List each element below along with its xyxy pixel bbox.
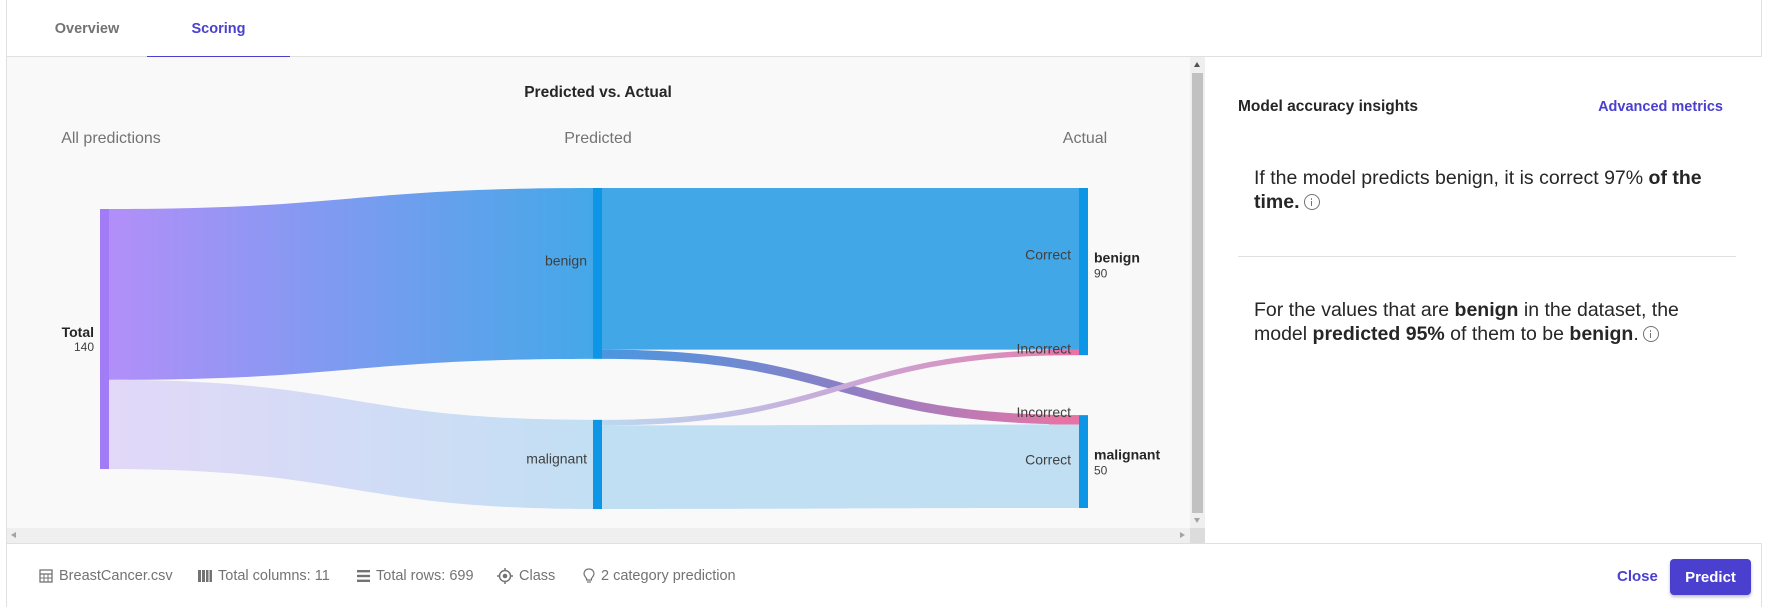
close-button[interactable]: Close xyxy=(1607,558,1668,594)
node-predicted-malignant-label: malignant xyxy=(526,450,587,466)
node-actual-benign-label: benign xyxy=(1094,250,1140,266)
insight-bold: benign xyxy=(1569,323,1634,345)
tab-bar: Overview Scoring xyxy=(7,0,1761,58)
calculator-table-icon xyxy=(39,569,53,583)
insight-text: If the model predicts benign, it is corr… xyxy=(1254,167,1649,189)
insight-text: For the values that are xyxy=(1254,299,1455,321)
dataset-file: BreastCancer.csv xyxy=(39,544,173,608)
insight-bold: predicted 95% xyxy=(1312,323,1445,345)
columns-icon xyxy=(198,570,212,582)
prediction-type: 2 category prediction xyxy=(583,544,736,608)
node-predicted-benign xyxy=(593,188,602,359)
footer: BreastCancer.csv Total columns: 11 Total… xyxy=(7,543,1761,607)
column-label-all: All predictions xyxy=(61,130,161,147)
insights-title: Model accuracy insights xyxy=(1238,98,1419,115)
scroll-right-arrow-icon[interactable] xyxy=(1180,532,1185,538)
flow-label-correct: Correct xyxy=(1025,452,1071,468)
vertical-scroll-thumb[interactable] xyxy=(1192,73,1203,513)
prediction-type-text: 2 category prediction xyxy=(601,568,736,584)
insight-text: . xyxy=(1633,323,1639,345)
node-total xyxy=(100,209,109,469)
insight-precision: If the model predicts benign, it is corr… xyxy=(1254,166,1734,214)
node-actual-benign-value: 90 xyxy=(1094,267,1108,281)
vertical-scrollbar[interactable] xyxy=(1190,57,1205,528)
flow-label-incorrect: Incorrect xyxy=(1017,341,1072,357)
scroll-down-arrow-icon[interactable] xyxy=(1194,518,1200,523)
flow-benign-correct xyxy=(602,188,1079,350)
target-column-text: Class xyxy=(519,568,556,584)
flow-malignant-correct xyxy=(602,424,1079,509)
scroll-left-arrow-icon[interactable] xyxy=(11,532,16,538)
sankey-chart-area: Predicted vs. Actual All predictions Pre… xyxy=(7,57,1205,543)
column-label-predicted: Predicted xyxy=(564,130,632,147)
tab-scoring[interactable]: Scoring xyxy=(147,0,290,58)
info-icon[interactable] xyxy=(1303,194,1320,210)
node-total-label: Total xyxy=(62,324,94,340)
horizontal-scrollbar[interactable] xyxy=(7,528,1190,543)
lightbulb-icon xyxy=(583,568,595,583)
flow-label-incorrect: Incorrect xyxy=(1017,404,1072,420)
node-total-value: 140 xyxy=(74,340,94,354)
divider xyxy=(1238,256,1736,257)
scroll-up-arrow-icon[interactable] xyxy=(1194,62,1200,67)
flow-total-to-malignant xyxy=(109,379,593,509)
rows-icon xyxy=(357,570,370,582)
flow-label-correct: Correct xyxy=(1025,247,1071,263)
node-predicted-malignant xyxy=(593,419,602,509)
dataset-file-name: BreastCancer.csv xyxy=(59,568,173,584)
node-actual-malignant xyxy=(1079,415,1088,508)
flow-total-to-benign xyxy=(109,188,593,380)
predict-button[interactable]: Predict xyxy=(1670,559,1751,595)
target-icon xyxy=(497,568,513,584)
insight-text: of them to be xyxy=(1444,323,1570,345)
insight-recall: For the values that are benign in the da… xyxy=(1254,298,1734,346)
target-column: Class xyxy=(497,544,555,608)
sankey-chart: Predicted vs. Actual All predictions Pre… xyxy=(61,84,1160,509)
info-icon[interactable] xyxy=(1642,326,1659,342)
total-rows-text: Total rows: 699 xyxy=(376,568,474,584)
node-actual-malignant-value: 50 xyxy=(1094,464,1108,478)
advanced-metrics-link[interactable]: Advanced metrics xyxy=(1598,99,1723,115)
scroll-corner xyxy=(1190,528,1205,543)
node-predicted-benign-label: benign xyxy=(545,252,587,268)
scoring-dialog: Overview Scoring Predicted vs. Actual Al… xyxy=(6,0,1763,607)
node-actual-benign xyxy=(1079,188,1088,356)
insight-bold: benign xyxy=(1454,299,1519,321)
insights-panel: Model accuracy insights Advanced metrics… xyxy=(1206,57,1763,543)
column-label-actual: Actual xyxy=(1063,130,1107,147)
tab-overview[interactable]: Overview xyxy=(7,0,167,57)
node-actual-malignant-label: malignant xyxy=(1094,447,1160,463)
total-rows: Total rows: 699 xyxy=(357,544,474,608)
chart-title: Predicted vs. Actual xyxy=(524,84,672,101)
total-columns-text: Total columns: 11 xyxy=(218,568,330,584)
total-columns: Total columns: 11 xyxy=(198,544,330,608)
